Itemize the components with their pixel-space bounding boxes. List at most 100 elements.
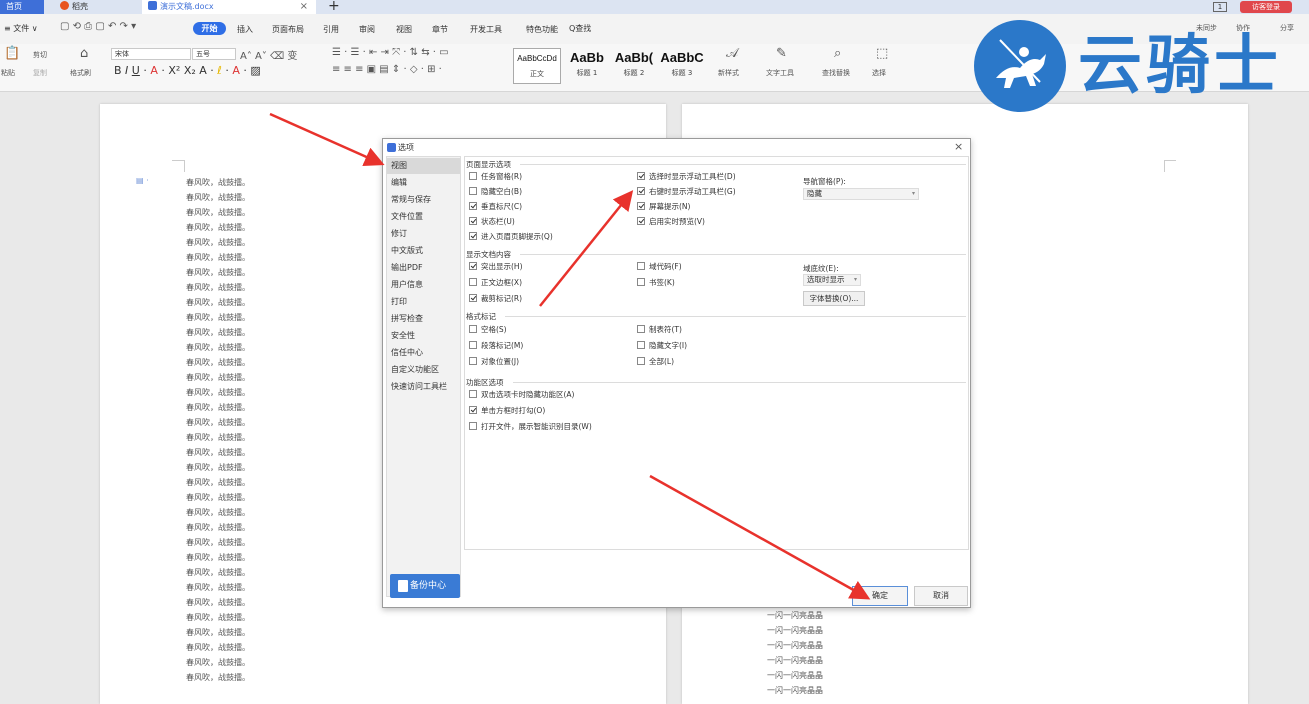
- checkbox-checked[interactable]: [469, 294, 477, 302]
- visitor-login-button[interactable]: 访客登录: [1240, 1, 1292, 13]
- sidebar-item-0[interactable]: 视图: [387, 158, 460, 174]
- dialog-titlebar[interactable]: 选项 ×: [383, 139, 970, 155]
- style-heading2[interactable]: AaBb(标题 2: [610, 48, 658, 84]
- sidebar-item-11[interactable]: 信任中心: [387, 345, 460, 361]
- checkbox[interactable]: [469, 278, 477, 286]
- sidebar-item-8[interactable]: 打印: [387, 294, 460, 310]
- cut-button[interactable]: 剪切: [33, 50, 47, 60]
- checkbox-checked[interactable]: [637, 172, 645, 180]
- window-count-badge[interactable]: 1: [1213, 2, 1227, 12]
- checkbox-checked[interactable]: [637, 217, 645, 225]
- new-tab-button[interactable]: +: [328, 0, 340, 14]
- sidebar-item-4[interactable]: 修订: [387, 226, 460, 242]
- page-display-left-option-0[interactable]: 任务窗格(R): [469, 172, 522, 182]
- doc-content-left-option-2[interactable]: 裁剪标记(R): [469, 294, 522, 304]
- select-icon[interactable]: ⬚: [876, 46, 888, 61]
- page-display-right-option-1[interactable]: 右键时显示浮动工具栏(G): [637, 187, 736, 197]
- sidebar-item-3[interactable]: 文件位置: [387, 209, 460, 225]
- doc-content-left-option-1[interactable]: 正文边框(X): [469, 278, 522, 288]
- ribbon-options-option-2[interactable]: 打开文件，展示智能识别目录(W): [469, 422, 592, 432]
- text-tools-icon[interactable]: ✎: [776, 46, 787, 61]
- tab-daoke[interactable]: 稻壳: [54, 0, 134, 14]
- checkbox[interactable]: [469, 187, 477, 195]
- format-marks-left-option-0[interactable]: 空格(S): [469, 325, 507, 335]
- close-icon[interactable]: ×: [954, 140, 963, 153]
- tab-insert[interactable]: 插入: [237, 24, 253, 35]
- checkbox[interactable]: [469, 341, 477, 349]
- new-style-label[interactable]: 新样式: [718, 68, 739, 78]
- format-marks-left-option-1[interactable]: 段落标记(M): [469, 341, 523, 351]
- sidebar-item-2[interactable]: 常规与保存: [387, 192, 460, 208]
- sidebar-item-13[interactable]: 快速访问工具栏: [387, 379, 460, 395]
- format-painter-label[interactable]: 格式刷: [70, 68, 91, 78]
- font-size-controls[interactable]: A˄ A˅ ⌫ 变: [240, 47, 297, 62]
- checkbox[interactable]: [469, 325, 477, 333]
- select-label[interactable]: 选择: [872, 68, 886, 78]
- page-display-left-option-2[interactable]: 垂直标尺(C): [469, 202, 522, 212]
- menu-search[interactable]: Q查找: [569, 23, 591, 34]
- sidebar-item-1[interactable]: 编辑: [387, 175, 460, 191]
- tab-document[interactable]: 演示文稿.docx ×: [142, 0, 316, 14]
- font-substitution-button[interactable]: 字体替换(O)...: [803, 291, 865, 306]
- checkbox-checked[interactable]: [469, 217, 477, 225]
- doc-content-right-option-1[interactable]: 书签(K): [637, 278, 675, 288]
- checkbox[interactable]: [469, 390, 477, 398]
- cancel-button[interactable]: 取消: [914, 586, 968, 606]
- page-display-right-option-2[interactable]: 屏幕提示(N): [637, 202, 690, 212]
- page-display-left-option-3[interactable]: 状态栏(U): [469, 217, 515, 227]
- page-display-right-option-3[interactable]: 启用实时预览(V): [637, 217, 705, 227]
- checkbox[interactable]: [637, 357, 645, 365]
- tab-section[interactable]: 章节: [432, 24, 448, 35]
- backup-center-button[interactable]: 备份中心: [390, 574, 460, 598]
- checkbox[interactable]: [469, 172, 477, 180]
- format-marks-right-option-2[interactable]: 全部(L): [637, 357, 674, 367]
- checkbox-checked[interactable]: [469, 406, 477, 414]
- tab-review[interactable]: 审阅: [359, 24, 375, 35]
- nav-pane-select[interactable]: 隐藏 ▾: [803, 188, 919, 200]
- format-marks-right-option-1[interactable]: 隐藏文字(I): [637, 341, 687, 351]
- sidebar-item-5[interactable]: 中文版式: [387, 243, 460, 259]
- style-normal[interactable]: AaBbCcDd 正文: [513, 48, 561, 84]
- checkbox[interactable]: [469, 422, 477, 430]
- style-heading1[interactable]: AaBb 标题 1: [564, 48, 610, 84]
- checkbox[interactable]: [637, 278, 645, 286]
- page-display-left-option-4[interactable]: 进入页眉页脚提示(Q): [469, 232, 553, 242]
- checkbox-checked[interactable]: [469, 232, 477, 240]
- checkbox[interactable]: [469, 357, 477, 365]
- tab-references[interactable]: 引用: [323, 24, 339, 35]
- align-buttons[interactable]: ≡ ≡ ≡ ▣ ▤ ⇕ · ◇ · ⊞ ·: [332, 64, 442, 75]
- tab-developer[interactable]: 开发工具: [470, 24, 502, 35]
- new-style-icon[interactable]: 𝒜: [726, 46, 738, 61]
- checkbox-checked[interactable]: [469, 202, 477, 210]
- format-painter-icon[interactable]: ⌂: [80, 46, 88, 61]
- sidebar-item-7[interactable]: 用户信息: [387, 277, 460, 293]
- ok-button[interactable]: 确定: [852, 586, 908, 606]
- checkbox[interactable]: [637, 262, 645, 270]
- paragraph-handle-icon[interactable]: ▤ ·: [136, 176, 149, 185]
- paste-icon[interactable]: 📋: [4, 46, 20, 61]
- doc-content-left-option-0[interactable]: 突出显示(H): [469, 262, 523, 272]
- text-format-buttons[interactable]: B I U · A · X² X₂ A · ℓ · A · ▨: [114, 64, 261, 77]
- ribbon-options-option-0[interactable]: 双击选项卡时隐藏功能区(A): [469, 390, 574, 400]
- share-button[interactable]: 分享: [1280, 23, 1294, 33]
- doc-content-right-option-0[interactable]: 域代码(F): [637, 262, 682, 272]
- sidebar-item-12[interactable]: 自定义功能区: [387, 362, 460, 378]
- close-tab-icon[interactable]: ×: [300, 0, 308, 14]
- text-tools-label[interactable]: 文字工具: [766, 68, 794, 78]
- find-replace-label[interactable]: 查找替换: [822, 68, 850, 78]
- style-heading3[interactable]: AaBbC 标题 3: [658, 48, 706, 84]
- list-buttons[interactable]: ☰ · ☰ · ⇤ ⇥ ⤧ · ⇅ ⇆ · ▭: [332, 47, 449, 58]
- page-display-left-option-1[interactable]: 隐藏空白(B): [469, 187, 522, 197]
- checkbox-checked[interactable]: [469, 262, 477, 270]
- checkbox[interactable]: [637, 325, 645, 333]
- tab-start[interactable]: 开始: [193, 22, 226, 35]
- checkbox-checked[interactable]: [637, 202, 645, 210]
- copy-button[interactable]: 复制: [33, 68, 47, 78]
- field-shading-select[interactable]: 选取时显示 ▾: [803, 274, 861, 286]
- checkbox-checked[interactable]: [637, 187, 645, 195]
- tab-home[interactable]: 首页: [0, 0, 44, 14]
- paste-label[interactable]: 粘贴: [1, 68, 15, 78]
- quick-access-icons[interactable]: ▢ ⟲ ⎙ ▢ ↶ ↷ ▾: [60, 21, 136, 32]
- find-replace-icon[interactable]: ⌕: [834, 46, 841, 61]
- sidebar-item-10[interactable]: 安全性: [387, 328, 460, 344]
